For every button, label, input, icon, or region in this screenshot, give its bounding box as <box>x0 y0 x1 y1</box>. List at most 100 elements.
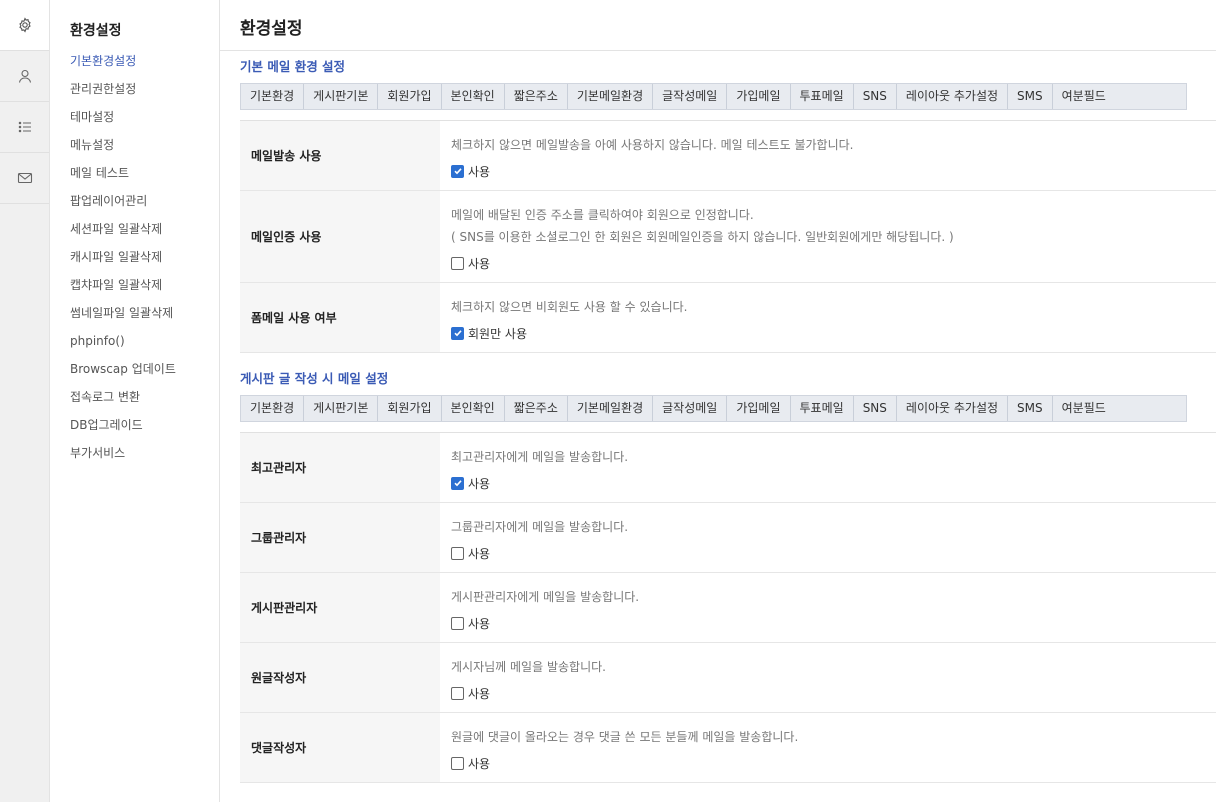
table-row: 댓글작성자 원글에 댓글이 올라오는 경우 댓글 쓴 모든 분들께 메일을 발송합… <box>240 713 1216 783</box>
checkbox-text: 사용 <box>468 164 491 179</box>
tab-link[interactable]: 레이아웃 추가설정 <box>897 84 1009 109</box>
icon-rail <box>0 0 50 802</box>
checkbox-label[interactable]: 회원만 사용 <box>451 323 1216 343</box>
checkbox-label[interactable]: 사용 <box>451 161 1216 181</box>
tab-link[interactable]: 기본메일환경 <box>568 396 654 421</box>
menu-item[interactable]: phpinfo() <box>70 327 219 355</box>
tab-link[interactable]: SNS <box>854 84 897 109</box>
menu-item[interactable]: 캡챠파일 일괄삭제 <box>70 271 219 299</box>
tab-link[interactable]: SNS <box>854 396 897 421</box>
rail-item-list[interactable] <box>0 102 49 153</box>
menu-item[interactable]: 썸네일파일 일괄삭제 <box>70 299 219 327</box>
tab-link[interactable]: 가입메일 <box>727 84 791 109</box>
tab-link[interactable]: 짧은주소 <box>505 396 568 421</box>
menu-title: 환경설정 <box>70 23 122 39</box>
help-text: 메일에 배달된 인증 주소를 클릭하여야 회원으로 인정합니다. <box>451 208 754 222</box>
sidebar-menu: 환경설정 기본환경설정 관리권한설정 테마설정 메뉴설정 메일 테스트 팝업레이어관리 세션… <box>50 0 220 802</box>
tab-link[interactable]: SMS <box>1008 84 1053 109</box>
tab-link[interactable]: 회원가입 <box>378 84 442 109</box>
table-row: 원글작성자 게시자님께 메일을 발송합니다. 사용 <box>240 643 1216 713</box>
help-text: 그룹관리자에게 메일을 발송합니다. <box>451 520 629 534</box>
tab-link[interactable]: 기본메일환경 <box>568 84 654 109</box>
tab-link[interactable]: 투표메일 <box>791 396 854 421</box>
tab-link[interactable]: 게시판기본 <box>304 84 379 109</box>
menu-item[interactable]: 기본환경설정 <box>70 47 219 75</box>
checkbox-text: 사용 <box>468 546 491 561</box>
menu-item[interactable]: DB업그레이드 <box>70 411 219 439</box>
settings-table: 최고관리자 최고관리자에게 메일을 발송합니다. 사용 그룹관리자 그룹관리자에게 메일… <box>240 432 1216 783</box>
checkbox-label[interactable]: 사용 <box>451 613 1216 633</box>
checkbox[interactable] <box>451 756 464 770</box>
checkbox-label[interactable]: 사용 <box>451 473 1216 493</box>
tab-link[interactable]: 글작성메일 <box>653 84 728 109</box>
help-text: 최고관리자에게 메일을 발송합니다. <box>451 450 629 464</box>
main-content: 환경설정 기본 메일 환경 설정 기본환경 게시판기본 회원가입 본인확인 짧은주소 기본메… <box>220 0 1216 802</box>
row-body: 최고관리자에게 메일을 발송합니다. 사용 <box>440 433 1216 502</box>
menu-item[interactable]: 팝업레이어관리 <box>70 187 219 215</box>
tab-link[interactable]: 글작성메일 <box>653 396 728 421</box>
checkbox-text: 사용 <box>468 756 491 771</box>
checkbox[interactable] <box>451 616 464 630</box>
menu-item[interactable]: 세션파일 일괄삭제 <box>70 215 219 243</box>
menu-item[interactable]: 부가서비스 <box>70 439 219 467</box>
checkbox-text: 사용 <box>468 256 491 271</box>
settings-tabs: 기본환경 게시판기본 회원가입 본인확인 짧은주소 기본메일환경 글작성메일 가입메일 투표메일… <box>240 395 1187 422</box>
menu-list: 기본환경설정 관리권한설정 테마설정 메뉴설정 메일 테스트 팝업레이어관리 세션파일 일괄… <box>50 47 219 467</box>
tab-link[interactable]: 기본환경 <box>241 84 305 109</box>
tab-link[interactable]: 기본환경 <box>241 396 305 421</box>
table-row: 최고관리자 최고관리자에게 메일을 발송합니다. 사용 <box>240 433 1216 503</box>
table-row: 폼메일 사용 여부 체크하지 않으면 비회원도 사용 할 수 있습니다. 회원만 사… <box>240 283 1216 353</box>
help-text: 체크하지 않으면 비회원도 사용 할 수 있습니다. <box>451 300 688 314</box>
tab-link[interactable]: 회원가입 <box>378 396 442 421</box>
tab-link[interactable]: 여분필드 <box>1053 84 1115 109</box>
row-body: 그룹관리자에게 메일을 발송합니다. 사용 <box>440 503 1216 572</box>
checkbox-label[interactable]: 사용 <box>451 253 1216 273</box>
checkbox[interactable] <box>451 546 464 560</box>
checkbox-label[interactable]: 사용 <box>451 683 1216 703</box>
tab-link[interactable]: 본인확인 <box>442 84 505 109</box>
row-body: 게시자님께 메일을 발송합니다. 사용 <box>440 643 1216 712</box>
help-text: ( SNS를 이용한 소셜로그인 한 회원은 회원메일인증을 하지 않습니다. … <box>451 230 954 244</box>
checkbox-text: 사용 <box>468 686 491 701</box>
menu-item[interactable]: 관리권한설정 <box>70 75 219 103</box>
row-body: 체크하지 않으면 메일발송을 아예 사용하지 않습니다. 메일 테스트도 불가합… <box>440 121 1216 190</box>
table-row: 그룹관리자 그룹관리자에게 메일을 발송합니다. 사용 <box>240 503 1216 573</box>
menu-item[interactable]: 메뉴설정 <box>70 131 219 159</box>
row-label: 게시판관리자 <box>240 573 440 642</box>
tab-link[interactable]: 가입메일 <box>727 396 791 421</box>
menu-item[interactable]: 테마설정 <box>70 103 219 131</box>
menu-item[interactable]: 캐시파일 일괄삭제 <box>70 243 219 271</box>
rail-item-gear[interactable] <box>0 0 49 51</box>
checkbox-text: 회원만 사용 <box>468 326 528 341</box>
settings-tabs: 기본환경 게시판기본 회원가입 본인확인 짧은주소 기본메일환경 글작성메일 가입메일 투표메일… <box>240 83 1187 110</box>
section-title: 기본 메일 환경 설정 <box>240 59 346 74</box>
tab-link[interactable]: 게시판기본 <box>304 396 379 421</box>
menu-item[interactable]: 접속로그 변환 <box>70 383 219 411</box>
row-label: 메일발송 사용 <box>240 121 440 190</box>
row-label: 그룹관리자 <box>240 503 440 572</box>
table-row: 메일발송 사용 체크하지 않으면 메일발송을 아예 사용하지 않습니다. 메일 테… <box>240 121 1216 191</box>
row-label: 메일인증 사용 <box>240 191 440 282</box>
checkbox-label[interactable]: 사용 <box>451 543 1216 563</box>
checkbox[interactable] <box>451 476 464 490</box>
tab-link[interactable]: 투표메일 <box>791 84 854 109</box>
checkbox-label[interactable]: 사용 <box>451 753 1216 773</box>
tab-link[interactable]: 여분필드 <box>1053 396 1115 421</box>
checkbox[interactable] <box>451 164 464 178</box>
rail-item-mail[interactable] <box>0 153 49 204</box>
rail-item-user[interactable] <box>0 51 49 102</box>
checkbox[interactable] <box>451 256 464 270</box>
menu-item[interactable]: 메일 테스트 <box>70 159 219 187</box>
list-icon <box>17 119 33 135</box>
tab-link[interactable]: SMS <box>1008 396 1053 421</box>
tab-link[interactable]: 본인확인 <box>442 396 505 421</box>
tab-link[interactable]: 짧은주소 <box>505 84 568 109</box>
page-title: 환경설정 <box>220 0 1216 51</box>
checkbox[interactable] <box>451 326 464 340</box>
checkbox[interactable] <box>451 686 464 700</box>
row-label: 원글작성자 <box>240 643 440 712</box>
menu-item[interactable]: Browscap 업데이트 <box>70 355 219 383</box>
section-title: 게시판 글 작성 시 메일 설정 <box>240 371 389 386</box>
tab-link[interactable]: 레이아웃 추가설정 <box>897 396 1009 421</box>
user-icon <box>17 68 33 84</box>
